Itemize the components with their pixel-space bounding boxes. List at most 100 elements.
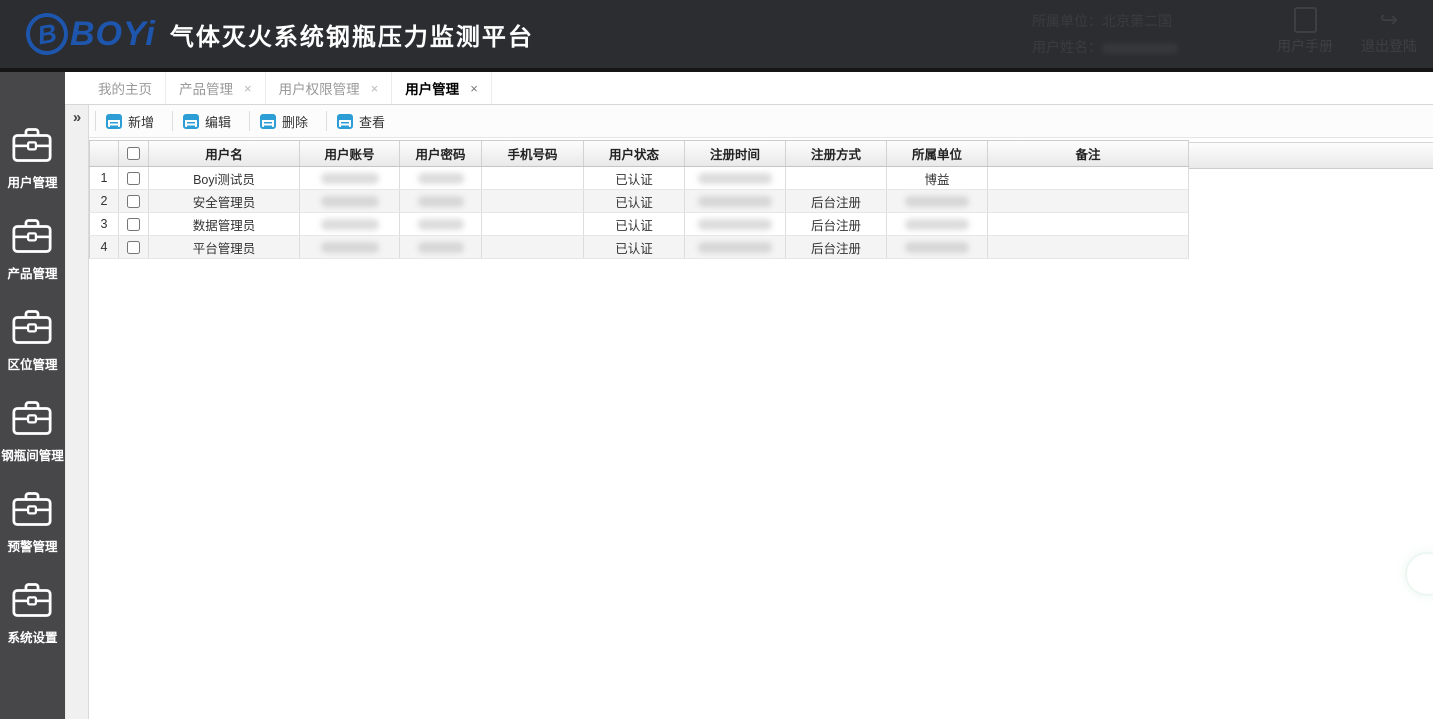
sidebar-item-label: 用户管理 [7,172,57,191]
sidebar-item[interactable]: 产品管理 [7,217,57,282]
app-header: B BOYi 气体灭火系统钢瓶压力监测平台 所属单位：北京第二国 用户姓名： 用… [0,0,1433,68]
redacted-value [698,219,772,230]
tab-label: 用户管理 [405,78,459,98]
table-cell [988,236,1189,258]
table-cell [988,167,1189,189]
user-manual-button[interactable]: 用户手册 [1277,7,1333,56]
toolbar-button[interactable]: 删除 [249,111,326,131]
redacted-value [698,196,772,207]
table-header-row: 用户名用户账号用户密码手机号码用户状态注册时间注册方式所属单位备注 [89,140,1189,167]
redacted-value [418,196,464,207]
toolbar-button-label: 编辑 [205,112,231,131]
logout-button[interactable]: ↪ 退出登陆 [1361,7,1417,56]
redacted-value [418,219,464,230]
table-row[interactable]: 1 Boyi测试员 已认证 博益 [89,167,1189,190]
redacted-value [905,196,969,207]
redacted-value [321,173,379,184]
form-icon [260,114,276,129]
toolbar-button-label: 新增 [128,112,154,131]
table-cell: 已认证 [584,213,685,235]
user-name-line: 用户姓名： [1032,34,1178,60]
table-cell [400,190,482,212]
unit-text: 所属单位：北京第二国 [1032,8,1178,34]
row-checkbox[interactable] [127,241,140,254]
table-cell: 后台注册 [786,236,887,258]
toolbar-button[interactable]: 编辑 [172,111,249,131]
select-all-checkbox[interactable] [127,147,140,160]
sidebar-item[interactable]: 系统设置 [7,581,57,646]
table-row[interactable]: 2安全管理员已认证后台注册 [89,190,1189,213]
table-cell [685,213,786,235]
redacted-value [418,173,464,184]
table-cell: 已认证 [584,190,685,212]
tab-close-icon[interactable]: × [244,81,252,96]
redacted-value [418,242,464,253]
table-cell [887,190,988,212]
redacted-value [321,242,379,253]
column-header: 用户账号 [300,141,400,166]
tab-close-icon[interactable]: × [470,81,478,96]
column-header: 用户密码 [400,141,482,166]
sidebar-item-label: 钢瓶间管理 [1,445,64,464]
table-cell [482,236,584,258]
sidebar-item[interactable]: 区位管理 [7,308,57,373]
table-cell [119,167,149,189]
table-cell [300,167,400,189]
table-cell: 后台注册 [786,190,887,212]
form-icon [183,114,199,129]
tab-close-icon[interactable]: × [371,81,379,96]
toolbar-button[interactable]: 查看 [326,111,403,131]
row-number: 2 [89,190,119,212]
tab[interactable]: 产品管理 × [166,72,266,104]
column-header: 用户状态 [584,141,685,166]
toolbar-button-label: 查看 [359,112,385,131]
sidebar-item-label: 预警管理 [7,536,57,555]
row-checkbox[interactable] [127,195,140,208]
briefcase-icon [11,399,53,437]
table-cell [400,236,482,258]
table-cell: Boyi测试员 [149,167,300,189]
table-cell [300,190,400,212]
table-cell: 已认证 [584,167,685,189]
table-row[interactable]: 4平台管理员已认证后台注册 [89,236,1189,259]
table-cell [887,213,988,235]
toolbar: 新增 编辑 删除 查看 [89,105,1433,138]
row-number: 3 [89,213,119,235]
form-icon [106,114,122,129]
page-title: 气体灭火系统钢瓶压力监测平台 [170,17,534,52]
table-cell: 博益 [887,167,988,189]
sidebar-item-label: 产品管理 [7,263,57,282]
row-number: 1 [89,167,119,189]
sidebar-item[interactable]: 预警管理 [7,490,57,555]
tab[interactable]: 用户权限管理 × [266,72,393,104]
tab[interactable]: 我的主页 [85,72,166,104]
user-table: 用户名用户账号用户密码手机号码用户状态注册时间注册方式所属单位备注 1 Boyi测… [89,140,1189,259]
redacted-value [905,242,969,253]
briefcase-icon [11,490,53,528]
header-actions: 用户手册 ↪ 退出登陆 [1277,7,1417,56]
table-cell [685,167,786,189]
table-cell [887,236,988,258]
user-name-redacted [1102,43,1178,54]
table-body: 1Boyi测试员已认证博益2安全管理员已认证后台注册3数据管理员已认证后台注册4… [89,167,1189,259]
table-cell [400,167,482,189]
sidebar-collapse-strip: » [65,105,89,719]
logo-text: BOYi [70,15,156,54]
manual-icon [1294,7,1317,33]
sidebar-item[interactable]: 用户管理 [7,126,57,191]
table-cell: 后台注册 [786,213,887,235]
redacted-value [698,242,772,253]
sidebar-item[interactable]: 钢瓶间管理 [1,399,64,464]
expand-panel-button[interactable]: » [73,110,81,719]
table-row[interactable]: 3 数据管理员 已认证 后台注册 [89,213,1189,236]
tab[interactable]: 用户管理 × [392,72,492,104]
toolbar-button[interactable]: 新增 [95,111,172,131]
row-checkbox[interactable] [127,172,140,185]
column-header: 注册时间 [685,141,786,166]
table-cell: 数据管理员 [149,213,300,235]
redacted-value [321,219,379,230]
table-cell: 已认证 [584,236,685,258]
main-area: 我的主页 产品管理 × 用户权限管理 × 用户管理 × » [65,72,1433,719]
logo-icon: B [23,10,72,59]
row-checkbox[interactable] [127,218,140,231]
